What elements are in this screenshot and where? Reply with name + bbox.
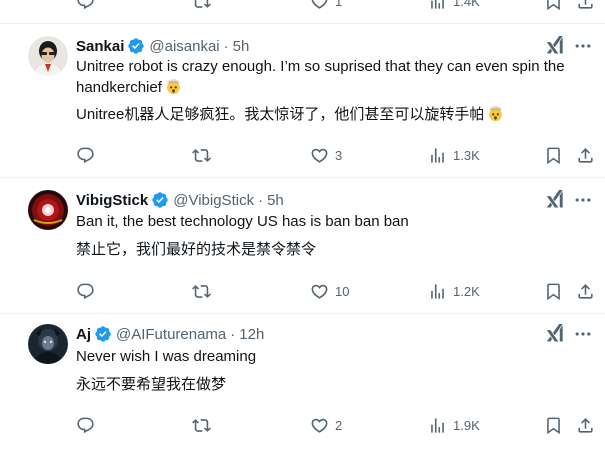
user-handle[interactable]: @aisankai	[149, 38, 219, 55]
tweet-feed: 1 1.4K Sankai @aisankai · 5h Unitree rob…	[0, 0, 605, 453]
verified-badge-icon	[127, 37, 145, 55]
timestamp[interactable]: 5h	[267, 192, 284, 209]
repost-icon	[192, 416, 211, 435]
display-name[interactable]: Aj	[76, 326, 91, 343]
like-icon	[310, 282, 329, 301]
views-button[interactable]: 1.9K	[428, 415, 480, 435]
grok-icon[interactable]	[545, 36, 565, 56]
reply-button[interactable]	[76, 0, 95, 11]
share-icon	[576, 282, 595, 301]
share-icon	[576, 0, 595, 11]
views-button[interactable]: 1.3K	[428, 145, 480, 165]
like-icon	[310, 416, 329, 435]
repost-button[interactable]	[192, 145, 217, 165]
share-button[interactable]	[576, 415, 595, 435]
bookmark-button[interactable]	[544, 281, 563, 301]
more-icon[interactable]	[573, 190, 593, 210]
bookmark-icon	[544, 0, 563, 11]
tweet-header: Aj @AIFuturenama · 12h	[76, 325, 265, 343]
user-handle[interactable]: @AIFuturenama	[116, 326, 226, 343]
reply-icon	[76, 146, 95, 165]
like-button[interactable]: 10	[310, 281, 349, 301]
repost-icon	[192, 0, 211, 11]
views-count: 1.2K	[453, 283, 480, 299]
tweet-header: Sankai @aisankai · 5h	[76, 37, 250, 55]
exploding-head-icon	[165, 78, 182, 95]
tweet-header: VibigStick @VibigStick · 5h	[76, 191, 284, 209]
avatar[interactable]	[28, 190, 68, 230]
grok-icon[interactable]	[545, 190, 565, 210]
repost-icon	[192, 146, 211, 165]
like-count: 1	[335, 0, 343, 9]
like-count: 2	[335, 417, 343, 433]
user-handle[interactable]: @VibigStick	[173, 192, 254, 209]
avatar[interactable]	[28, 36, 68, 76]
repost-button[interactable]	[192, 281, 217, 301]
tweet-actions: 2 1.9K	[76, 415, 596, 435]
like-icon	[310, 0, 329, 11]
tweet-text-en: Unitree robot is crazy enough. I’m so su…	[76, 58, 565, 96]
tweet-item[interactable]: VibigStick @VibigStick · 5h Ban it, the …	[0, 178, 605, 314]
timestamp[interactable]: 12h	[239, 326, 264, 343]
share-button[interactable]	[576, 145, 595, 165]
tweet-actions: 10 1.2K	[76, 281, 596, 301]
display-name[interactable]: VibigStick	[76, 192, 148, 209]
tweet-actions: 3 1.3K	[76, 145, 596, 165]
reply-button[interactable]	[76, 281, 101, 301]
exploding-head-icon	[487, 105, 504, 122]
tweet-text-zh: Unitree机器人足够疯狂。我太惊讶了，他们甚至可以旋转手帕	[76, 104, 586, 125]
share-icon	[576, 416, 595, 435]
reply-icon	[76, 0, 95, 11]
verified-badge-icon	[94, 325, 112, 343]
timestamp[interactable]: 5h	[233, 38, 250, 55]
bookmark-icon	[544, 146, 563, 165]
views-icon	[428, 0, 447, 11]
share-icon	[576, 146, 595, 165]
like-button[interactable]: 1	[310, 0, 342, 11]
reply-icon	[76, 416, 95, 435]
bookmark-button[interactable]	[544, 0, 563, 11]
views-button[interactable]: 1.2K	[428, 281, 480, 301]
repost-button[interactable]	[192, 415, 217, 435]
more-icon[interactable]	[573, 324, 593, 344]
views-icon	[428, 146, 447, 165]
bookmark-icon	[544, 282, 563, 301]
tweet-item[interactable]: Sankai @aisankai · 5h Unitree robot is c…	[0, 24, 605, 178]
share-button[interactable]	[576, 0, 595, 11]
bookmark-button[interactable]	[544, 145, 563, 165]
tweet-item[interactable]: Aj @AIFuturenama · 12h Never wish I was …	[0, 314, 605, 453]
views-count: 1.9K	[453, 417, 480, 433]
views-button[interactable]: 1.4K	[428, 0, 480, 11]
views-icon	[428, 282, 447, 301]
tweet-text-en: Never wish I was dreaming	[76, 348, 257, 365]
more-icon[interactable]	[573, 36, 593, 56]
bookmark-button[interactable]	[544, 415, 563, 435]
like-icon	[310, 146, 329, 165]
like-count: 10	[335, 283, 350, 299]
reply-button[interactable]	[76, 415, 101, 435]
reply-icon	[76, 282, 95, 301]
avatar[interactable]	[28, 324, 68, 364]
verified-badge-icon	[151, 191, 169, 209]
views-count: 1.4K	[453, 0, 480, 9]
tweet-text-zh: 永远不要希望我在做梦	[76, 376, 227, 393]
tweet-text-en: Ban it, the best technology US has is ba…	[76, 213, 409, 230]
grok-icon[interactable]	[545, 324, 565, 344]
like-count: 3	[335, 147, 343, 163]
display-name[interactable]: Sankai	[76, 38, 124, 55]
previous-tweet-actions: 1 1.4K	[0, 0, 605, 24]
views-count: 1.3K	[453, 147, 480, 163]
like-button[interactable]: 2	[310, 415, 342, 435]
tweet-text-zh: 禁止它，我们最好的技术是禁令禁令	[76, 241, 317, 258]
like-button[interactable]: 3	[310, 145, 342, 165]
bookmark-icon	[544, 416, 563, 435]
repost-button[interactable]	[192, 0, 211, 11]
share-button[interactable]	[576, 281, 595, 301]
repost-icon	[192, 282, 211, 301]
views-icon	[428, 416, 447, 435]
reply-button[interactable]	[76, 145, 101, 165]
